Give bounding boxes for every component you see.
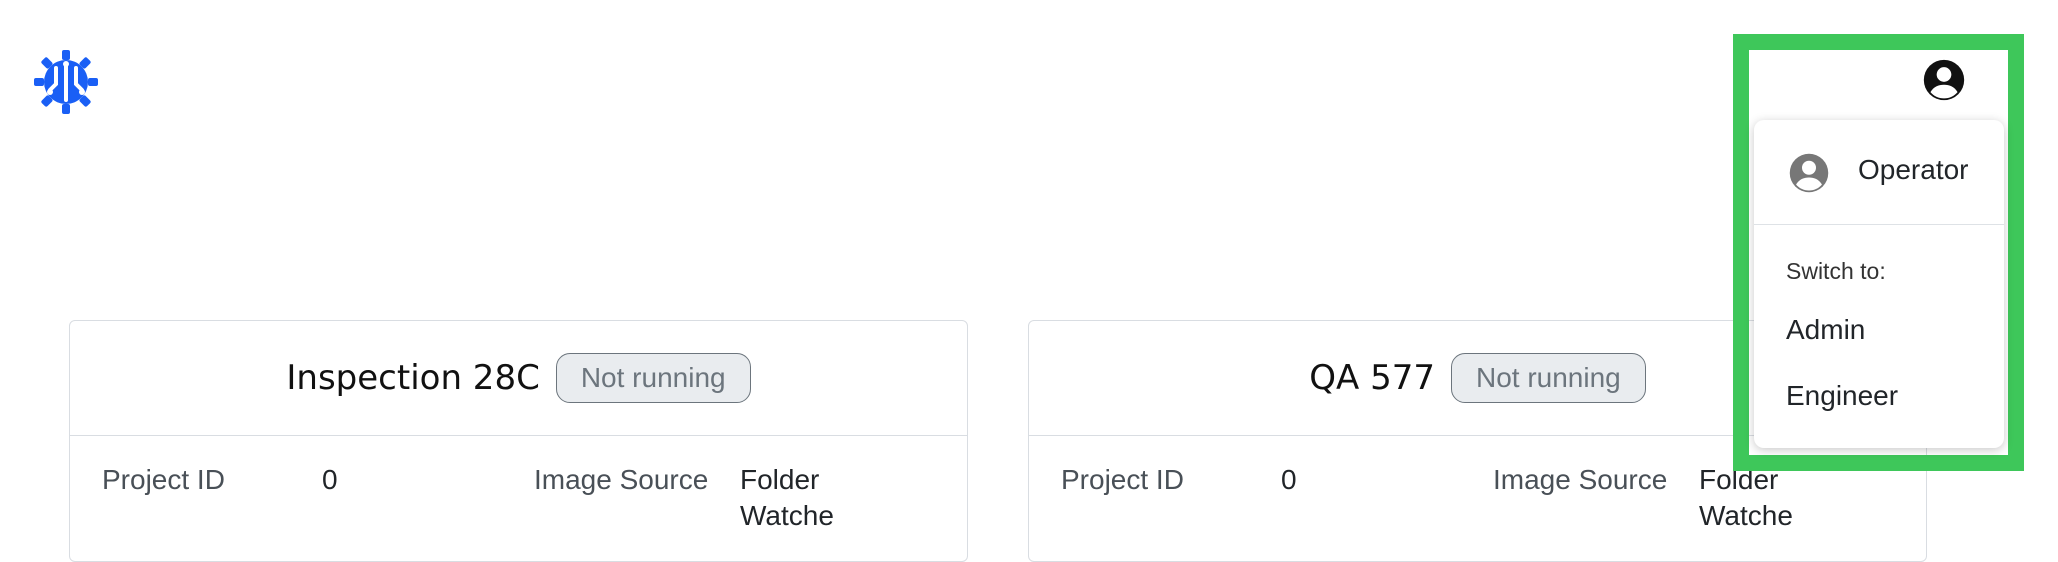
account-circle-icon[interactable] [1922, 58, 1966, 102]
card-header: Inspection 28C Not running [70, 321, 967, 436]
card-body: Project ID 0 Image Source Folder Watche [70, 436, 967, 560]
switch-to-engineer[interactable]: Engineer [1786, 380, 1898, 412]
switch-to-admin[interactable]: Admin [1786, 314, 1865, 346]
app-logo-icon[interactable] [34, 50, 98, 114]
card-title: Inspection 28C [286, 358, 540, 398]
card-title: QA 577 [1309, 358, 1435, 398]
image-source-value: Folder Watche [740, 464, 834, 531]
project-id-value: 0 [322, 464, 338, 495]
switch-to-heading: Switch to: [1786, 258, 1886, 284]
image-source-label: Image Source [534, 464, 709, 495]
status-badge: Not running [555, 353, 751, 403]
project-card[interactable]: Inspection 28C Not running Project ID 0 … [69, 320, 968, 562]
image-source-label: Image Source [1493, 464, 1668, 495]
status-badge: Not running [1450, 353, 1646, 403]
project-id-label: Project ID [1061, 464, 1184, 495]
project-id-value: 0 [1281, 464, 1297, 495]
image-source-value: Folder Watche [1699, 464, 1793, 531]
user-dropdown-menu: Operator Switch to: Admin Engineer [1754, 120, 2004, 448]
current-user-row: Operator [1754, 120, 2004, 225]
project-id-label: Project ID [102, 464, 225, 495]
current-role-label: Operator [1858, 154, 1969, 185]
avatar-icon [1789, 153, 1829, 193]
